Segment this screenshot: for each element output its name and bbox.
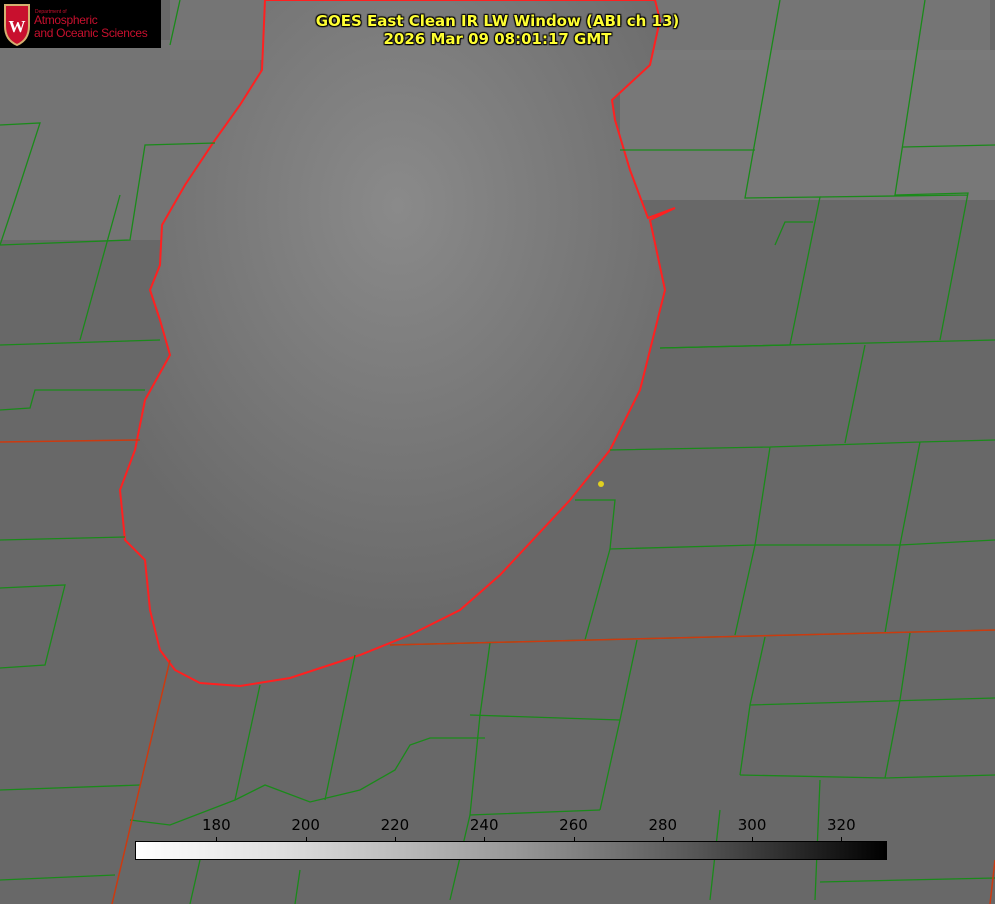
colorbar: 180 200 220 240 260 280 300 320 — [135, 816, 887, 860]
cloud-area-ne — [620, 50, 995, 200]
image-title: GOES East Clean IR LW Window (ABI ch 13)… — [0, 12, 995, 48]
colorbar-tick-label: 260 — [559, 816, 588, 834]
satellite-image-viewer: W Department of Atmospheric and Oceanic … — [0, 0, 995, 904]
colorbar-tick-label: 180 — [202, 816, 231, 834]
title-timestamp: 2026 Mar 09 08:01:17 GMT — [383, 30, 612, 48]
colorbar-tick — [305, 837, 307, 842]
colorbar-tick-label: 280 — [648, 816, 678, 834]
colorbar-tick — [841, 837, 843, 842]
colorbar-tick — [752, 837, 754, 842]
colorbar-tick-label: 300 — [737, 816, 767, 834]
colorbar-tick — [216, 837, 218, 842]
colorbar-tick — [484, 837, 486, 842]
title-product: GOES East Clean IR LW Window (ABI ch 13) — [315, 12, 680, 30]
colorbar-tick — [662, 837, 664, 842]
location-marker — [598, 481, 604, 487]
satellite-map — [0, 0, 995, 904]
colorbar-tick-label: 200 — [291, 816, 320, 834]
colorbar-tick-label: 220 — [380, 816, 410, 834]
colorbar-tick — [573, 837, 575, 842]
colorbar-tick — [394, 837, 396, 842]
colorbar-tick-label: 240 — [469, 816, 499, 834]
colorbar-tick-label: 320 — [827, 816, 856, 834]
